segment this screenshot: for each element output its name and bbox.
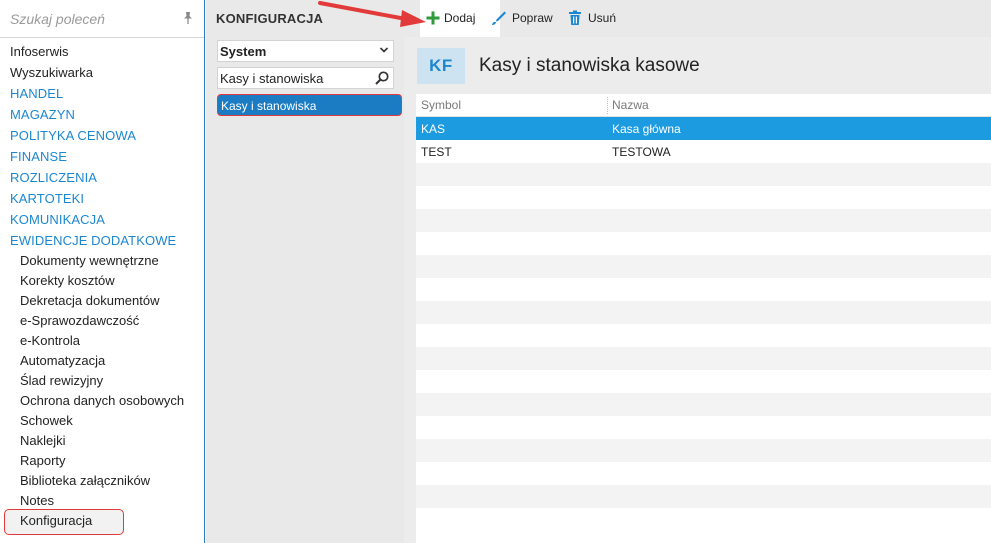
data-grid: Symbol Nazwa KAS Kasa główna TEST TESTOW… — [416, 94, 991, 543]
sidebar-subitem-dekretacja-dokumentow[interactable]: Dekretacja dokumentów — [0, 291, 204, 311]
sidebar-item-handel[interactable]: HANDEL — [0, 83, 204, 104]
command-search-placeholder: Szukaj poleceń — [10, 11, 105, 27]
sidebar-subitem-biblioteka-zalacznikow[interactable]: Biblioteka załączników — [0, 471, 204, 491]
sidebar-item-kartoteki[interactable]: KARTOTEKI — [0, 188, 204, 209]
configuration-title: KONFIGURACJA — [216, 11, 324, 26]
add-button-label: Dodaj — [444, 11, 476, 25]
sidebar-subitem-e-sprawozdawczosc[interactable]: e-Sprawozdawczość — [0, 311, 204, 331]
sidebar-item-wyszukiwarka[interactable]: Wyszukiwarka — [0, 62, 204, 83]
empty-row — [416, 186, 991, 209]
pencil-icon — [492, 11, 506, 25]
empty-row — [416, 462, 991, 485]
cell-symbol: TEST — [421, 145, 452, 159]
empty-row — [416, 393, 991, 416]
sidebar-item-infoserwis[interactable]: Infoserwis — [0, 41, 204, 62]
configuration-tree-item-kasy[interactable]: Kasy i stanowiska — [217, 94, 402, 116]
sidebar-item-magazyn[interactable]: MAGAZYN — [0, 104, 204, 125]
empty-row — [416, 255, 991, 278]
configuration-panel: KONFIGURACJA System Kasy i stanowiska Ka… — [206, 0, 404, 543]
sidebar-subitem-ochrona-danych[interactable]: Ochrona danych osobowych — [0, 391, 204, 411]
sidebar-item-komunikacja[interactable]: KOMUNIKACJA — [0, 209, 204, 230]
delete-button[interactable]: Usuń — [567, 8, 616, 28]
empty-row — [416, 301, 991, 324]
command-search-input[interactable]: Szukaj poleceń — [0, 0, 204, 38]
empty-row — [416, 278, 991, 301]
empty-row — [416, 324, 991, 347]
table-row[interactable]: TEST TESTOWA — [416, 140, 991, 163]
toolbar: Dodaj Popraw Usuń — [404, 0, 991, 37]
sidebar-menu: Infoserwis Wyszukiwarka HANDEL MAGAZYN P… — [0, 41, 204, 531]
empty-row — [416, 209, 991, 232]
table-row[interactable]: KAS Kasa główna — [416, 117, 991, 140]
sidebar-item-ewidencje-dodatkowe[interactable]: EWIDENCJE DODATKOWE — [0, 230, 204, 251]
column-header-symbol[interactable]: Symbol — [421, 98, 461, 112]
empty-row — [416, 439, 991, 462]
sidebar-subitem-schowek[interactable]: Schowek — [0, 411, 204, 431]
add-button[interactable]: Dodaj — [420, 0, 500, 37]
edit-button[interactable]: Popraw — [491, 8, 553, 28]
sidebar-subitem-konfiguracja[interactable]: Konfiguracja — [0, 511, 204, 531]
main-content: KF Kasy i stanowiska kasowe Symbol Nazwa… — [404, 37, 991, 543]
sidebar-subitem-notes[interactable]: Notes — [0, 491, 204, 511]
empty-row — [416, 416, 991, 439]
configuration-area-value: System — [220, 44, 267, 59]
sidebar-item-polityka-cenowa[interactable]: POLITYKA CENOWA — [0, 125, 204, 146]
sidebar-subitem-automatyzacja[interactable]: Automatyzacja — [0, 351, 204, 371]
plus-icon — [426, 11, 440, 25]
cell-nazwa: TESTOWA — [612, 145, 671, 159]
module-badge: KF — [417, 48, 465, 84]
chevron-down-icon[interactable] — [379, 45, 389, 55]
grid-header: Symbol Nazwa — [416, 94, 991, 117]
command-sidebar: Szukaj poleceń Infoserwis Wyszukiwarka H… — [0, 0, 205, 543]
cell-symbol: KAS — [421, 122, 446, 136]
search-icon[interactable] — [374, 70, 390, 86]
empty-row — [416, 508, 991, 531]
sidebar-subitem-dokumenty-wewnetrzne[interactable]: Dokumenty wewnętrzne — [0, 251, 204, 271]
page-title: Kasy i stanowiska kasowe — [479, 55, 700, 76]
sidebar-subitem-slad-rewizyjny[interactable]: Ślad rewizyjny — [0, 371, 204, 391]
configuration-filter-value: Kasy i stanowiska — [220, 71, 324, 86]
sidebar-item-rozliczenia[interactable]: ROZLICZENIA — [0, 167, 204, 188]
sidebar-subitem-korekty-kosztow[interactable]: Korekty kosztów — [0, 271, 204, 291]
edit-button-label: Popraw — [512, 11, 553, 25]
empty-row — [416, 370, 991, 393]
delete-button-label: Usuń — [588, 11, 617, 25]
column-separator[interactable] — [607, 97, 608, 114]
pin-icon[interactable] — [182, 11, 194, 25]
empty-row — [416, 347, 991, 370]
empty-row — [416, 232, 991, 255]
configuration-area-select[interactable]: System — [217, 40, 394, 62]
empty-row — [416, 163, 991, 186]
trash-icon — [569, 10, 581, 25]
column-header-nazwa[interactable]: Nazwa — [612, 98, 649, 112]
configuration-filter-input[interactable]: Kasy i stanowiska — [217, 67, 394, 89]
cell-nazwa: Kasa główna — [612, 122, 681, 136]
sidebar-subitem-e-kontrola[interactable]: e-Kontrola — [0, 331, 204, 351]
sidebar-item-finanse[interactable]: FINANSE — [0, 146, 204, 167]
empty-row — [416, 485, 991, 508]
sidebar-subitem-raporty[interactable]: Raporty — [0, 451, 204, 471]
sidebar-subitem-naklejki[interactable]: Naklejki — [0, 431, 204, 451]
